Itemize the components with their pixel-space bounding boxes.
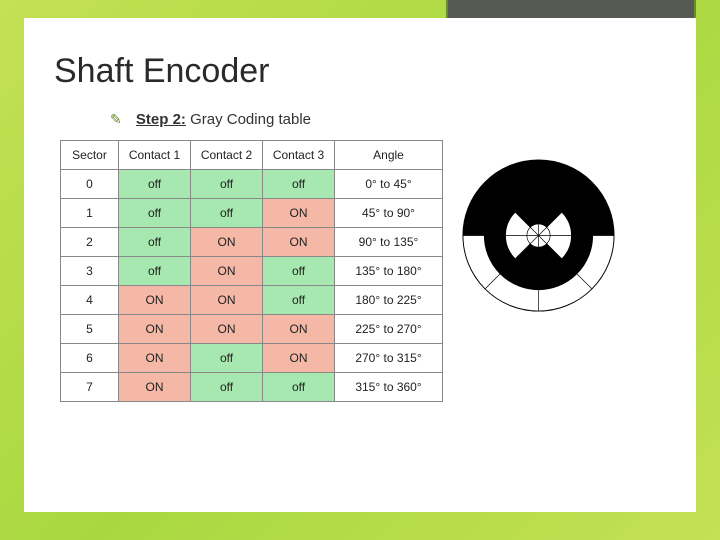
- table-row: 3offONoff135° to 180°: [61, 257, 443, 286]
- cell-contact1: off: [119, 257, 191, 286]
- cell-contact1: ON: [119, 286, 191, 315]
- cell-contact3: off: [263, 286, 335, 315]
- cell-contact2: ON: [191, 257, 263, 286]
- cell-angle: 135° to 180°: [335, 257, 443, 286]
- cell-sector: 0: [61, 170, 119, 199]
- encoder-disk-icon: [461, 158, 616, 313]
- cell-contact2: off: [191, 344, 263, 373]
- cell-angle: 0° to 45°: [335, 170, 443, 199]
- th-contact3: Contact 3: [263, 141, 335, 170]
- cell-angle: 315° to 360°: [335, 373, 443, 402]
- cell-sector: 4: [61, 286, 119, 315]
- table-row: 4ONONoff180° to 225°: [61, 286, 443, 315]
- th-contact2: Contact 2: [191, 141, 263, 170]
- cell-angle: 90° to 135°: [335, 228, 443, 257]
- cell-sector: 3: [61, 257, 119, 286]
- cell-angle: 180° to 225°: [335, 286, 443, 315]
- cell-contact3: off: [263, 257, 335, 286]
- cell-contact2: ON: [191, 286, 263, 315]
- cell-contact1: off: [119, 228, 191, 257]
- gray-coding-table: Sector Contact 1 Contact 2 Contact 3 Ang…: [60, 140, 443, 402]
- cell-contact3: ON: [263, 228, 335, 257]
- th-sector: Sector: [61, 141, 119, 170]
- cell-sector: 1: [61, 199, 119, 228]
- cell-contact3: ON: [263, 315, 335, 344]
- bullet-prefix: Step 2:: [136, 111, 186, 128]
- cell-contact2: off: [191, 199, 263, 228]
- cell-angle: 225° to 270°: [335, 315, 443, 344]
- cell-sector: 5: [61, 315, 119, 344]
- cell-contact1: off: [119, 170, 191, 199]
- bullet-rest: Gray Coding table: [186, 111, 311, 128]
- table-row: 6ONoffON270° to 315°: [61, 344, 443, 373]
- cell-contact1: ON: [119, 373, 191, 402]
- table-row: 5ONONON225° to 270°: [61, 315, 443, 344]
- table-header-row: Sector Contact 1 Contact 2 Contact 3 Ang…: [61, 141, 443, 170]
- cell-sector: 2: [61, 228, 119, 257]
- cell-angle: 270° to 315°: [335, 344, 443, 373]
- cell-contact3: ON: [263, 199, 335, 228]
- table-row: 7ONoffoff315° to 360°: [61, 373, 443, 402]
- table-row: 2offONON90° to 135°: [61, 228, 443, 257]
- cell-contact3: off: [263, 373, 335, 402]
- cell-contact1: ON: [119, 315, 191, 344]
- cell-contact1: off: [119, 199, 191, 228]
- cell-contact2: ON: [191, 315, 263, 344]
- cell-contact1: ON: [119, 344, 191, 373]
- cell-sector: 6: [61, 344, 119, 373]
- cell-contact2: off: [191, 373, 263, 402]
- cell-contact2: off: [191, 170, 263, 199]
- cell-contact3: ON: [263, 344, 335, 373]
- cell-contact2: ON: [191, 228, 263, 257]
- slide-content: Shaft Encoder Step 2: Gray Coding table …: [24, 18, 696, 512]
- page-title: Shaft Encoder: [54, 52, 670, 91]
- cell-contact3: off: [263, 170, 335, 199]
- th-angle: Angle: [335, 141, 443, 170]
- cell-angle: 45° to 90°: [335, 199, 443, 228]
- cell-sector: 7: [61, 373, 119, 402]
- table-row: 1offoffON45° to 90°: [61, 199, 443, 228]
- th-contact1: Contact 1: [119, 141, 191, 170]
- table-row: 0offoffoff0° to 45°: [61, 170, 443, 199]
- bullet-step2: Step 2: Gray Coding table: [110, 111, 670, 128]
